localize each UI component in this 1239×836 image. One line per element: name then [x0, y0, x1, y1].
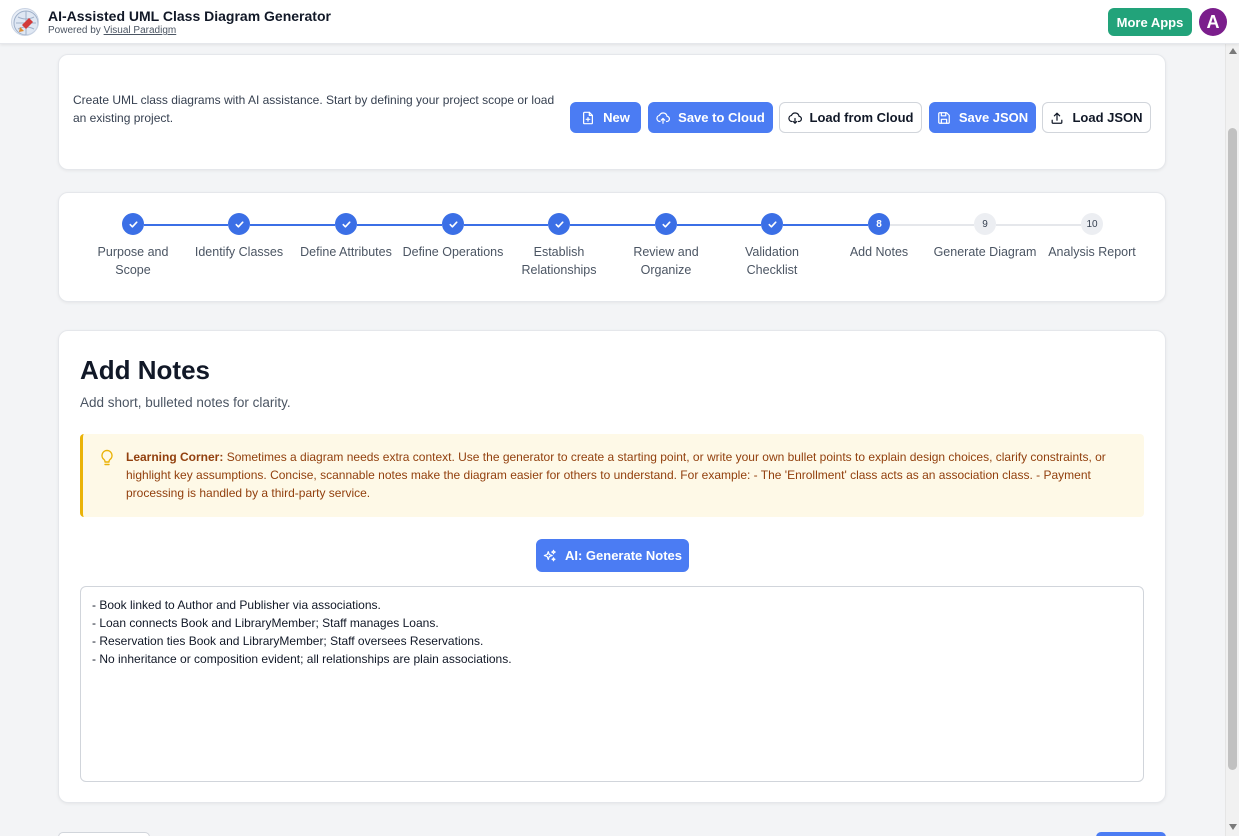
step-5[interactable]: Establish Relationships: [506, 213, 612, 279]
intro-text: Create UML class diagrams with AI assist…: [73, 93, 555, 125]
back-button[interactable]: [58, 832, 150, 836]
step-label: Establish Relationships: [521, 245, 597, 277]
step-3[interactable]: Define Attributes: [293, 213, 399, 261]
step-indicator[interactable]: [548, 213, 570, 235]
check-icon: [448, 220, 458, 228]
note-line: - Book linked to Author and Publisher vi…: [92, 598, 381, 612]
powered-by-prefix: Powered by: [48, 25, 101, 36]
step-10[interactable]: 10 Analysis Report: [1039, 213, 1145, 261]
step-number: 10: [1086, 218, 1098, 230]
save-json-label: Save JSON: [958, 110, 1029, 125]
step-8[interactable]: 8 Add Notes: [826, 213, 932, 261]
ai-generate-notes-label: AI: Generate Notes: [564, 548, 683, 563]
step-indicator[interactable]: 8: [868, 213, 890, 235]
floppy-disk-icon: [937, 111, 950, 124]
new-button-label: New: [603, 110, 630, 125]
step-9[interactable]: 9 Generate Diagram: [932, 213, 1038, 261]
app-header: AI-Assisted UML Class Diagram Generator …: [0, 0, 1239, 44]
visual-paradigm-link[interactable]: Visual Paradigm: [104, 25, 177, 36]
step-label: Identify Classes: [194, 245, 284, 259]
cloud-upload-icon: [656, 111, 671, 124]
page-title: Add Notes: [80, 355, 210, 385]
step-indicator[interactable]: [122, 213, 144, 235]
save-json-button[interactable]: Save JSON: [929, 102, 1036, 133]
note-line: - Reservation ties Book and LibraryMembe…: [92, 634, 484, 648]
step-7[interactable]: Validation Checklist: [719, 213, 825, 279]
check-icon: [234, 220, 244, 228]
page-scrollbar[interactable]: [1225, 44, 1239, 836]
scroll-down-arrow-icon[interactable]: [1229, 824, 1237, 830]
app-title: AI-Assisted UML Class Diagram Generator: [48, 8, 331, 24]
user-avatar[interactable]: A: [1199, 8, 1227, 36]
learning-corner-text: Learning Corner: Sometimes a diagram nee…: [126, 448, 1126, 502]
check-icon: [341, 220, 351, 228]
check-icon: [554, 220, 564, 228]
step-4[interactable]: Define Operations: [400, 213, 506, 261]
step-indicator[interactable]: [655, 213, 677, 235]
step-label: Add Notes: [849, 245, 909, 259]
step-indicator[interactable]: [761, 213, 783, 235]
learning-corner-callout: Learning Corner: Sometimes a diagram nee…: [80, 434, 1144, 517]
save-to-cloud-label: Save to Cloud: [678, 110, 765, 125]
note-line: - Loan connects Book and LibraryMember; …: [92, 616, 439, 630]
step-number: 8: [876, 218, 882, 230]
note-line: - No inheritance or composition evident;…: [92, 652, 512, 666]
step-indicator[interactable]: 9: [974, 213, 996, 235]
step-label: Purpose and Scope: [97, 245, 169, 277]
visual-paradigm-logo-icon: [11, 8, 39, 36]
check-icon: [661, 220, 671, 228]
load-json-button[interactable]: Load JSON: [1042, 102, 1151, 133]
more-apps-button[interactable]: More Apps: [1108, 8, 1192, 36]
step-indicator[interactable]: [442, 213, 464, 235]
check-icon: [767, 220, 777, 228]
step-number: 9: [982, 218, 988, 230]
scroll-thumb[interactable]: [1228, 128, 1237, 770]
powered-by: Powered by Visual Paradigm: [48, 25, 176, 36]
step-label: Analysis Report: [1048, 245, 1136, 259]
step-2[interactable]: Identify Classes: [186, 213, 292, 261]
cloud-download-icon: [787, 111, 802, 124]
notes-textarea[interactable]: - Book linked to Author and Publisher vi…: [80, 586, 1144, 782]
new-button[interactable]: New: [570, 102, 641, 133]
upload-icon: [1052, 112, 1063, 124]
project-toolbar-card: Create UML class diagrams with AI assist…: [58, 54, 1166, 170]
step-indicator[interactable]: [335, 213, 357, 235]
step-1[interactable]: Purpose and Scope: [80, 213, 186, 279]
lightbulb-icon: [101, 449, 113, 466]
save-to-cloud-button[interactable]: Save to Cloud: [648, 102, 773, 133]
step-indicator[interactable]: [228, 213, 250, 235]
load-from-cloud-label: Load from Cloud: [809, 110, 914, 125]
sparkles-icon: [543, 549, 556, 561]
learning-corner-heading: Learning Corner:: [126, 450, 224, 464]
ai-generate-notes-button[interactable]: AI: Generate Notes: [536, 539, 689, 572]
next-button[interactable]: [1096, 832, 1166, 836]
file-plus-icon: [583, 111, 594, 124]
step-label: Validation Checklist: [745, 245, 799, 277]
step-6[interactable]: Review and Organize: [613, 213, 719, 279]
step-label: Define Attributes: [300, 245, 392, 259]
step-indicator[interactable]: 10: [1081, 213, 1103, 235]
step-label: Define Operations: [402, 245, 504, 259]
load-json-label: Load JSON: [1072, 110, 1143, 125]
step-label: Review and Organize: [633, 245, 699, 277]
page-subtitle: Add short, bulleted notes for clarity.: [80, 395, 291, 410]
scroll-up-arrow-icon[interactable]: [1229, 48, 1237, 54]
wizard-steps-card: Purpose and Scope Identify Classes Define …: [58, 192, 1166, 302]
check-icon: [128, 220, 138, 228]
learning-corner-body: Sometimes a diagram needs extra context.…: [126, 450, 1106, 500]
step-label: Generate Diagram: [933, 245, 1037, 259]
load-from-cloud-button[interactable]: Load from Cloud: [779, 102, 922, 133]
add-notes-card: Add Notes Add short, bulleted notes for …: [58, 330, 1166, 803]
